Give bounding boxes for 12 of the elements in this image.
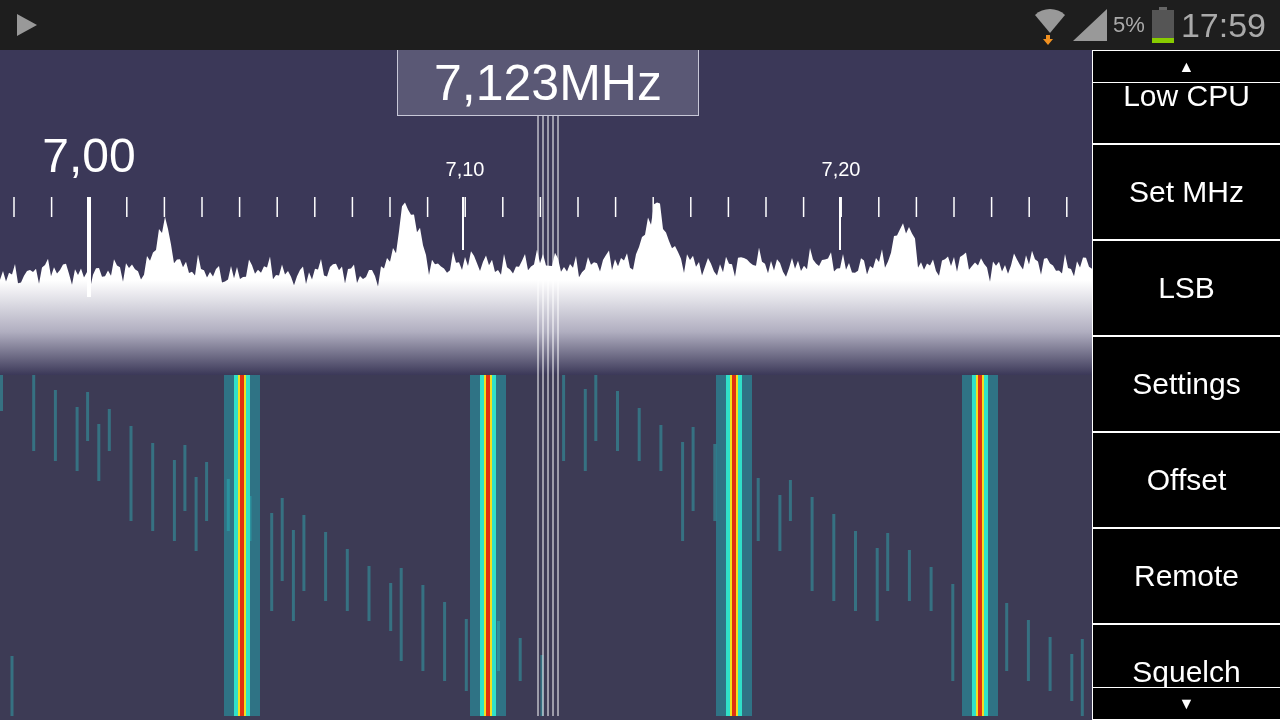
play-icon <box>16 13 38 37</box>
frequency-scale-label: 7,20 <box>821 158 861 181</box>
battery-icon <box>1150 7 1175 43</box>
scroll-up-button[interactable]: ▲ <box>1093 50 1280 83</box>
battery-percentage: 5% <box>1113 12 1145 38</box>
scroll-down-button[interactable]: ▼ <box>1093 687 1280 720</box>
menu-button[interactable]: Low CPU <box>1093 83 1280 145</box>
tuned-frequency-display[interactable]: 7,123MHz <box>397 50 699 116</box>
frequency-scale-label: 7,10 <box>445 158 485 181</box>
clock: 17:59 <box>1180 5 1266 45</box>
signal-icon <box>1073 9 1108 41</box>
frequency-scale-label: 7,00 <box>42 128 136 183</box>
